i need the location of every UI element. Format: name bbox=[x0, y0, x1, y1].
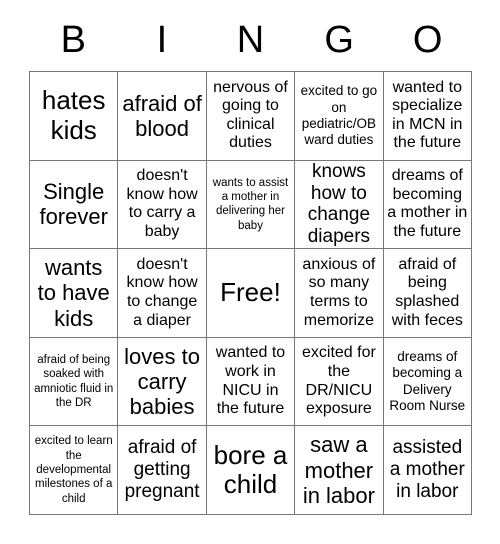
bingo-cell-label: dreams of becoming a Delivery Room Nurse bbox=[389, 349, 466, 413]
bingo-cell-label: excited to learn the developmental miles… bbox=[34, 435, 113, 505]
bingo-cell-label: afraid of getting pregnant bbox=[124, 437, 200, 503]
bingo-cell-g4[interactable]: excited for the DR/NICU exposure bbox=[295, 337, 384, 427]
bingo-cell-label: knows how to change diapers bbox=[307, 160, 371, 248]
bingo-cell-i2[interactable]: doesn't know how to carry a baby bbox=[118, 160, 207, 250]
header-letter-o: O bbox=[412, 19, 443, 61]
bingo-cell-g3[interactable]: anxious of so many terms to memorize bbox=[295, 249, 384, 338]
bingo-cell-o4[interactable]: dreams of becoming a Delivery Room Nurse bbox=[383, 337, 472, 427]
header-letter-i: I bbox=[156, 19, 168, 61]
bingo-cell-label: Single forever bbox=[39, 179, 108, 230]
bingo-cell-label: assisted a mother in labor bbox=[389, 437, 465, 503]
bingo-cell-label: nervous of going to clinical duties bbox=[213, 78, 288, 152]
bingo-cell-label: anxious of so many terms to memorize bbox=[302, 255, 376, 329]
bingo-cell-label: wanted to specialize in MCN in the futur… bbox=[392, 78, 463, 152]
header-letter-n: N bbox=[236, 19, 265, 61]
bingo-cell-g2[interactable]: knows how to change diapers bbox=[295, 160, 384, 250]
free-space-label: Free! bbox=[220, 277, 281, 308]
bingo-cell-label: afraid of being splashed with feces bbox=[391, 255, 463, 329]
bingo-cell-label: dreams of becoming a mother in the futur… bbox=[387, 167, 468, 240]
bingo-cell-n1[interactable]: nervous of going to clinical duties bbox=[206, 72, 296, 161]
bingo-cell-label: hates kids bbox=[41, 85, 106, 145]
bingo-cell-label: bore a child bbox=[213, 439, 288, 500]
bingo-cell-label: excited for the DR/NICU exposure bbox=[301, 344, 376, 418]
bingo-cell-label: saw a mother in labor bbox=[302, 432, 375, 508]
bingo-cell-n2[interactable]: wants to assist a mother in delivering h… bbox=[206, 160, 296, 250]
bingo-cell-label: afraid of blood bbox=[122, 90, 202, 141]
bingo-cell-o2[interactable]: dreams of becoming a mother in the futur… bbox=[383, 160, 472, 250]
bingo-cell-i5[interactable]: afraid of getting pregnant bbox=[118, 426, 207, 515]
header-letter-b: B bbox=[60, 19, 86, 61]
bingo-cell-i4[interactable]: loves to carry babies bbox=[118, 337, 207, 427]
bingo-cell-label: doesn't know how to carry a baby bbox=[126, 167, 198, 240]
bingo-cell-i1[interactable]: afraid of blood bbox=[118, 72, 207, 161]
bingo-card: B I N G O hates kids afraid of blood ner… bbox=[29, 9, 472, 515]
bingo-cell-label: loves to carry babies bbox=[124, 343, 200, 420]
bingo-cell-o1[interactable]: wanted to specialize in MCN in the futur… bbox=[383, 72, 472, 161]
bingo-cell-g1[interactable]: excited to go on pediatric/OB ward dutie… bbox=[295, 72, 384, 161]
bingo-cell-label: afraid of being soaked with amniotic flu… bbox=[34, 353, 114, 409]
bingo-header-row: B I N G O bbox=[29, 9, 472, 71]
bingo-cell-b2[interactable]: Single forever bbox=[30, 160, 119, 250]
header-letter-g: G bbox=[324, 19, 354, 61]
bingo-cell-n5[interactable]: bore a child bbox=[206, 426, 296, 515]
bingo-cell-n4[interactable]: wanted to work in NICU in the future bbox=[206, 337, 296, 427]
bingo-cell-free-space[interactable]: Free! bbox=[206, 249, 296, 338]
bingo-cell-label: wanted to work in NICU in the future bbox=[215, 344, 286, 418]
bingo-cell-label: wants to assist a mother in delivering h… bbox=[212, 176, 289, 232]
bingo-grid: hates kids afraid of blood nervous of go… bbox=[29, 71, 472, 515]
bingo-cell-o5[interactable]: assisted a mother in labor bbox=[383, 426, 472, 515]
bingo-cell-label: doesn't know how to change a diaper bbox=[126, 255, 198, 329]
bingo-cell-g5[interactable]: saw a mother in labor bbox=[295, 426, 384, 515]
bingo-cell-o3[interactable]: afraid of being splashed with feces bbox=[383, 249, 472, 338]
bingo-cell-i3[interactable]: doesn't know how to change a diaper bbox=[118, 249, 207, 338]
bingo-cell-label: wants to have kids bbox=[37, 255, 110, 331]
bingo-cell-b4[interactable]: afraid of being soaked with amniotic flu… bbox=[30, 337, 119, 427]
bingo-cell-label: excited to go on pediatric/OB ward dutie… bbox=[300, 83, 378, 147]
bingo-cell-b5[interactable]: excited to learn the developmental miles… bbox=[30, 426, 119, 515]
bingo-cell-b1[interactable]: hates kids bbox=[30, 72, 119, 161]
bingo-cell-b3[interactable]: wants to have kids bbox=[30, 249, 119, 338]
